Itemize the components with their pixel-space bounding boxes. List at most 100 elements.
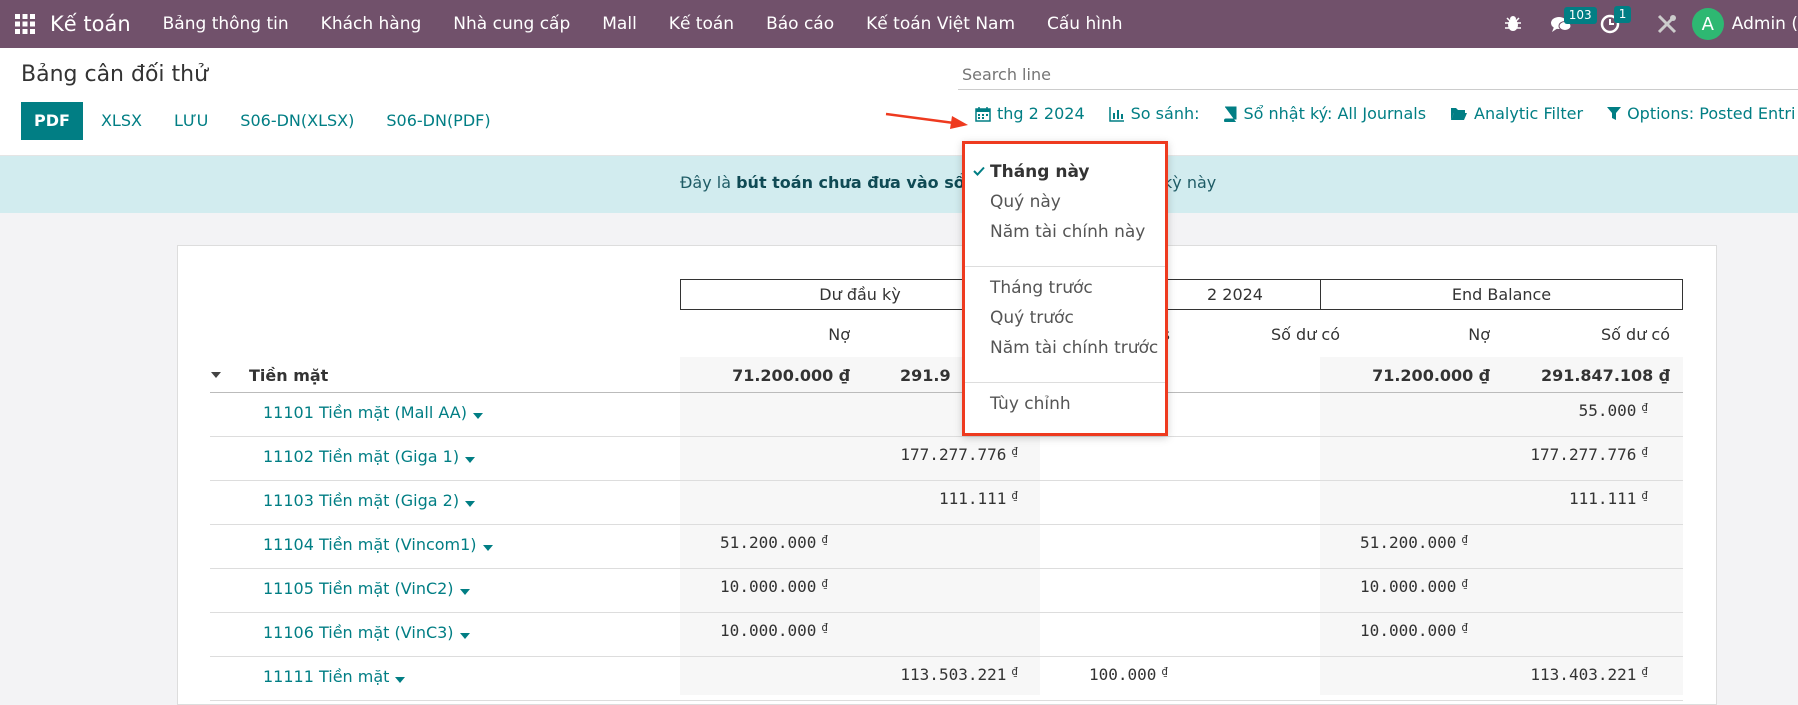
account-name[interactable]: 11111 Tiền mặt [263, 667, 389, 686]
currency-symbol: ₫ [1461, 577, 1468, 590]
journals-filter[interactable]: Sổ nhật ký: All Journals [1223, 104, 1426, 123]
col-header-end-debit: Nợ [1468, 325, 1490, 344]
cell-end-debit: 10.000.000 ₫ [1360, 621, 1468, 640]
calendar-icon [975, 106, 991, 122]
s06-pdf-button[interactable]: S06-DN(PDF) [370, 102, 506, 140]
clock-icon[interactable]: 1 [1600, 6, 1632, 34]
search-input[interactable] [958, 60, 1798, 88]
menu-item-configuration[interactable]: Cấu hình [1031, 0, 1139, 48]
action-buttons: PDF XLSX LƯU S06-DN(XLSX) S06-DN(PDF) [21, 102, 507, 140]
xlsx-button[interactable]: XLSX [85, 102, 158, 140]
menu-item-vn-accounting[interactable]: Kế toán Việt Nam [850, 0, 1031, 48]
alert-bold-text: bút toán chưa đưa vào sổ [736, 173, 965, 192]
bug-icon[interactable] [1504, 15, 1522, 33]
user-name[interactable]: Admin ( [1732, 14, 1798, 34]
menu-item-accounting[interactable]: Kế toán [653, 0, 750, 48]
apps-menu-icon[interactable] [0, 0, 50, 48]
analytic-filter-label: Analytic Filter [1474, 104, 1584, 123]
account-name[interactable]: 11103 Tiền mặt (Giga 2) [263, 491, 459, 510]
analytic-filter[interactable]: Analytic Filter [1450, 104, 1583, 123]
save-button[interactable]: LƯU [158, 102, 224, 140]
menu-item-reports[interactable]: Báo cáo [750, 0, 850, 48]
account-name[interactable]: 11106 Tiền mặt (VinC3) [263, 623, 454, 642]
main-menu: Bảng thông tin Khách hàng Nhà cung cấp M… [147, 0, 1139, 48]
currency-symbol: ₫ [1011, 489, 1018, 502]
currency-symbol: ₫ [821, 533, 828, 546]
currency-symbol: ₫ [821, 577, 828, 590]
draft-entries-alert: Đây là bút toán chưa đưa vào sổ ư kỳ này [0, 156, 1798, 213]
s06-xlsx-button[interactable]: S06-DN(XLSX) [224, 102, 370, 140]
avatar[interactable]: A [1691, 8, 1724, 40]
date-filter-dropdown: Tháng này Quý này Năm tài chính này Thán… [962, 141, 1168, 436]
control-panel: Bảng cân đối thử PDF XLSX LƯU S06-DN(XLS… [0, 48, 1798, 156]
tools-icon[interactable] [1656, 13, 1678, 35]
alert-text: Đây là bút toán chưa đưa vào sổ ư [680, 173, 980, 192]
group-end-debit: 71.200.000 ₫ [1372, 366, 1490, 385]
dropdown-item-last-month[interactable]: Tháng trước [990, 278, 1093, 298]
report-filters: thg 2 2024 So sánh: Sổ nhật ký: All Jour… [975, 104, 1798, 123]
header-end-balance: End Balance [1320, 279, 1683, 310]
account-caret-icon[interactable] [465, 501, 475, 507]
options-filter-label: Options: Posted Entri [1627, 104, 1796, 123]
dropdown-item-last-fiscal-year[interactable]: Năm tài chính trước [990, 338, 1158, 358]
menu-item-customers[interactable]: Khách hàng [305, 0, 438, 48]
currency-symbol: ₫ [1641, 489, 1648, 502]
cell-init-credit: 177.277.776 ₫ [900, 445, 1018, 464]
systray: 103 1 A Admin ( [1490, 0, 1798, 48]
cell-init-debit: 10.000.000 ₫ [720, 577, 828, 596]
account-caret-icon[interactable] [395, 677, 405, 683]
cell-end-credit: 111.111 ₫ [1568, 489, 1648, 508]
currency-symbol: ₫ [1641, 665, 1648, 678]
account-caret-icon[interactable] [460, 589, 470, 595]
compare-filter[interactable]: So sánh: [1108, 104, 1199, 123]
account-name[interactable]: 11105 Tiền mặt (VinC2) [263, 579, 454, 598]
dropdown-item-this-month[interactable]: Tháng này [990, 162, 1090, 182]
cell-init-debit: 10.000.000 ₫ [720, 621, 828, 640]
cell-end-debit: 10.000.000 ₫ [1360, 577, 1468, 596]
account-caret-icon[interactable] [465, 457, 475, 463]
dropdown-item-this-quarter[interactable]: Quý này [990, 192, 1061, 212]
activities-count-badge: 1 [1613, 6, 1632, 23]
currency-symbol: ₫ [821, 621, 828, 634]
check-icon [973, 166, 985, 176]
group-init-debit: 71.200.000 ₫ [732, 366, 850, 385]
currency-symbol: ₫ [1161, 665, 1168, 678]
currency-symbol: ₫ [1011, 445, 1018, 458]
account-name[interactable]: 11102 Tiền mặt (Giga 1) [263, 447, 459, 466]
cell-init-credit: 113.503.221 ₫ [900, 665, 1018, 684]
cell-end-credit: 177.277.776 ₫ [1530, 445, 1648, 464]
date-filter[interactable]: thg 2 2024 [975, 104, 1085, 123]
options-filter[interactable]: Options: Posted Entri [1607, 104, 1795, 123]
cell-end-credit: 55.000 ₫ [1578, 401, 1648, 420]
account-caret-icon[interactable] [460, 633, 470, 639]
group-name: Tiền mặt [249, 366, 329, 385]
currency-symbol: ₫ [1641, 401, 1648, 414]
dropdown-divider [965, 266, 1165, 267]
cell-init-credit: 111.111 ₫ [938, 489, 1018, 508]
dropdown-item-custom[interactable]: Tùy chỉnh [990, 394, 1071, 414]
dropdown-divider [965, 382, 1165, 383]
menu-item-vendors[interactable]: Nhà cung cấp [437, 0, 586, 48]
collapse-caret-icon[interactable] [211, 372, 221, 378]
account-caret-icon[interactable] [483, 545, 493, 551]
pdf-button[interactable]: PDF [21, 102, 83, 140]
chat-icon[interactable]: 103 [1550, 7, 1597, 33]
app-name[interactable]: Kế toán [50, 12, 131, 36]
cell-init-debit: 51.200.000 ₫ [720, 533, 828, 552]
account-name[interactable]: 11101 Tiền mặt (Mall AA) [263, 403, 467, 422]
dropdown-item-this-fiscal-year[interactable]: Năm tài chính này [990, 222, 1145, 242]
group-init-credit: 291.9 [900, 366, 951, 385]
top-navbar: Kế toán Bảng thông tin Khách hàng Nhà cu… [0, 0, 1798, 48]
funnel-icon [1607, 106, 1622, 120]
date-filter-label: thg 2 2024 [997, 104, 1085, 123]
currency-symbol: ₫ [1461, 621, 1468, 634]
menu-item-mall[interactable]: Mall [586, 0, 653, 48]
account-caret-icon[interactable] [473, 413, 483, 419]
dropdown-item-last-quarter[interactable]: Quý trước [990, 308, 1074, 328]
group-end-credit: 291.847.108 ₫ [1540, 366, 1670, 385]
menu-item-dashboard[interactable]: Bảng thông tin [147, 0, 305, 48]
col-header-period-credit: Số dư có [1271, 325, 1340, 344]
messages-count-badge: 103 [1563, 7, 1597, 24]
folder-open-icon [1451, 107, 1468, 120]
account-name[interactable]: 11104 Tiền mặt (Vincom1) [263, 535, 477, 554]
